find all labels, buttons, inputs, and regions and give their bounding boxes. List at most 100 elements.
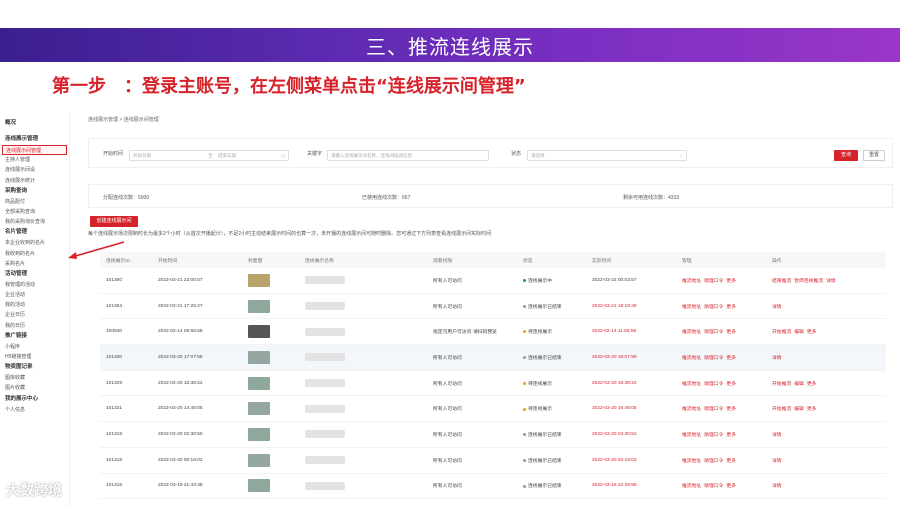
table-row: 101319 2022-03-20 02:30:50 所有人可访问 连线展示已结束 20… xyxy=(100,422,886,448)
operation-link[interactable]: 开始推流 xyxy=(772,382,791,387)
sidebar-item[interactable]: 采购名片 xyxy=(0,259,69,269)
manage-link[interactable]: 推流地址 xyxy=(682,459,701,464)
manage-link[interactable]: 更多 xyxy=(726,433,736,438)
operation-link[interactable]: 更多 xyxy=(807,330,817,335)
manage-link[interactable]: 更多 xyxy=(726,279,736,284)
sidebar-overview[interactable]: 概况 xyxy=(0,118,69,129)
status-cell: 连线展示中 xyxy=(523,277,592,284)
sidebar-item[interactable]: 主持人管理 xyxy=(0,155,69,165)
operation-link[interactable]: 结束推流 xyxy=(772,279,791,284)
actual-time: 2022-03-22 00:03:57 xyxy=(592,277,637,283)
search-button[interactable]: 查询 xyxy=(834,150,858,161)
view-permission: 所有人可访问 xyxy=(433,432,462,438)
manage-link[interactable]: 助理口令 xyxy=(704,433,723,438)
manage-link[interactable]: 推流地址 xyxy=(682,356,701,361)
manage-link[interactable]: 更多 xyxy=(726,356,736,361)
view-permission: 所有人可访问 xyxy=(433,278,462,284)
manage-links: 推流地址 助理口令 更多 xyxy=(682,354,772,361)
operation-link[interactable]: 更多 xyxy=(807,382,817,387)
create-room-button[interactable]: 创建连线展示间 xyxy=(90,216,138,227)
manage-links: 推流地址 助理口令 更多 xyxy=(682,277,772,284)
manage-link[interactable]: 推流地址 xyxy=(682,382,701,387)
manage-link[interactable]: 助理口令 xyxy=(704,305,723,310)
sidebar-item[interactable]: 商品配付 xyxy=(0,197,69,207)
table-header: 连线展示ID 开始时间 封面图 连线展示名称 观看权限 状态 实际时间 管理 操作 xyxy=(100,252,886,268)
filter-bar: 开始时间 开始日期 至 结束日期 ▢ 关键字 请输入连线展示间名称、连线间描述信… xyxy=(88,138,893,168)
manage-link[interactable]: 更多 xyxy=(726,459,736,464)
manage-link[interactable]: 推流地址 xyxy=(682,279,701,284)
sidebar-item-room-management[interactable]: 连线展示间管理 xyxy=(2,145,67,156)
date-range-input[interactable]: 开始日期 至 结束日期 ▢ xyxy=(129,150,289,161)
watermark-logo: 大数跨境 xyxy=(6,483,62,499)
operation-link[interactable]: 开始推流 xyxy=(772,407,791,412)
status-cell: 连线展示已结束 xyxy=(523,457,592,464)
operation-link[interactable]: 编辑 xyxy=(794,407,804,412)
sidebar-item[interactable]: 连线展示统计 xyxy=(0,176,69,186)
sidebar-item[interactable]: 个人信息 xyxy=(0,405,69,415)
manage-link[interactable]: 助理口令 xyxy=(704,459,723,464)
sidebar-item[interactable]: 图片收藏 xyxy=(0,383,69,393)
manage-link[interactable]: 推流地址 xyxy=(682,407,701,412)
room-table: 连线展示ID 开始时间 封面图 连线展示名称 观看权限 状态 实际时间 管理 操作 101360… xyxy=(100,252,886,500)
sidebar-item[interactable]: 小程序 xyxy=(0,342,69,352)
column-header: 实际时间 xyxy=(592,258,612,264)
manage-link[interactable]: 更多 xyxy=(726,330,736,335)
operation-link[interactable]: 更多 xyxy=(807,407,817,412)
operation-link[interactable]: 暂停连线推流 xyxy=(794,279,823,284)
redacted-room-name xyxy=(305,379,345,388)
status-select[interactable]: 请选择 ⌄ xyxy=(527,150,687,161)
operation-link[interactable]: 详情 xyxy=(826,279,836,284)
operation-link[interactable]: 详情 xyxy=(772,433,782,438)
operation-link[interactable]: 详情 xyxy=(772,459,782,464)
room-name-cell xyxy=(305,404,433,413)
operation-link[interactable]: 详情 xyxy=(772,356,782,361)
manage-link[interactable]: 更多 xyxy=(726,305,736,310)
manage-link[interactable]: 推流地址 xyxy=(682,330,701,335)
view-permission: 所有人可访问 xyxy=(433,407,462,413)
sidebar-item[interactable]: 本企业收到的名片 xyxy=(0,238,69,248)
manage-link[interactable]: 更多 xyxy=(726,407,736,412)
manage-link[interactable]: 助理口令 xyxy=(704,407,723,412)
manage-link[interactable]: 推流地址 xyxy=(682,433,701,438)
manage-link[interactable]: 助理口令 xyxy=(704,356,723,361)
manage-link[interactable]: 更多 xyxy=(726,382,736,387)
sidebar-item[interactable]: 我的日历 xyxy=(0,321,69,331)
sidebar-item[interactable]: 全部采购查询 xyxy=(0,207,69,217)
operation-link[interactable]: 详情 xyxy=(772,484,782,489)
sidebar-item[interactable]: 我收到的名片 xyxy=(0,249,69,259)
manage-link[interactable]: 助理口令 xyxy=(704,484,723,489)
sidebar-item[interactable]: 企业日历 xyxy=(0,310,69,320)
room-name-cell xyxy=(305,430,433,439)
view-permission: 所有人可访问 xyxy=(433,304,462,310)
operation-links: 详情 xyxy=(772,482,886,489)
status-dot-icon xyxy=(523,458,526,462)
sidebar-item[interactable]: 我的活动 xyxy=(0,300,69,310)
room-id: 101360 xyxy=(106,277,123,283)
column-header: 观看权限 xyxy=(433,258,453,264)
keyword-input[interactable]: 请输入连线展示间名称、连线间描述信息 xyxy=(327,150,489,161)
manage-link[interactable]: 助理口令 xyxy=(704,382,723,387)
actual-time: 2022-03-20 02:18:03 xyxy=(592,457,637,463)
manage-link[interactable]: 助理口令 xyxy=(704,279,723,284)
operation-link[interactable]: 详情 xyxy=(772,305,782,310)
manage-link[interactable]: 推流地址 xyxy=(682,484,701,489)
sidebar-item[interactable]: 连线展示间设 xyxy=(0,165,69,175)
sidebar-item[interactable]: 我的采购询价查询 xyxy=(0,217,69,227)
main-content: 连线展示管理 > 连线展示间管理 开始时间 开始日期 至 结束日期 ▢ 关键字 … xyxy=(88,112,893,507)
sidebar-item[interactable]: 企业活动 xyxy=(0,290,69,300)
sidebar-item[interactable]: 我管理的活动 xyxy=(0,280,69,290)
room-id: 101319 xyxy=(106,431,123,437)
operation-link[interactable]: 开始推流 xyxy=(772,330,791,335)
reset-button[interactable]: 重置 xyxy=(863,150,885,161)
sidebar-item[interactable]: H5链接管理 xyxy=(0,352,69,362)
operation-link[interactable]: 编辑 xyxy=(794,382,804,387)
manage-links: 推流地址 助理口令 更多 xyxy=(682,431,772,438)
sidebar-item[interactable]: 图库收藏 xyxy=(0,373,69,383)
table-row: 101353 2022-03-21 17:25:27 所有人可访问 连线展示已结束 20… xyxy=(100,293,886,320)
status-cell: 待连线展示 xyxy=(523,380,592,387)
manage-link[interactable]: 更多 xyxy=(726,484,736,489)
status-text: 待连线展示 xyxy=(528,381,552,387)
manage-link[interactable]: 助理口令 xyxy=(704,330,723,335)
operation-link[interactable]: 编辑 xyxy=(794,330,804,335)
manage-link[interactable]: 推流地址 xyxy=(682,305,701,310)
